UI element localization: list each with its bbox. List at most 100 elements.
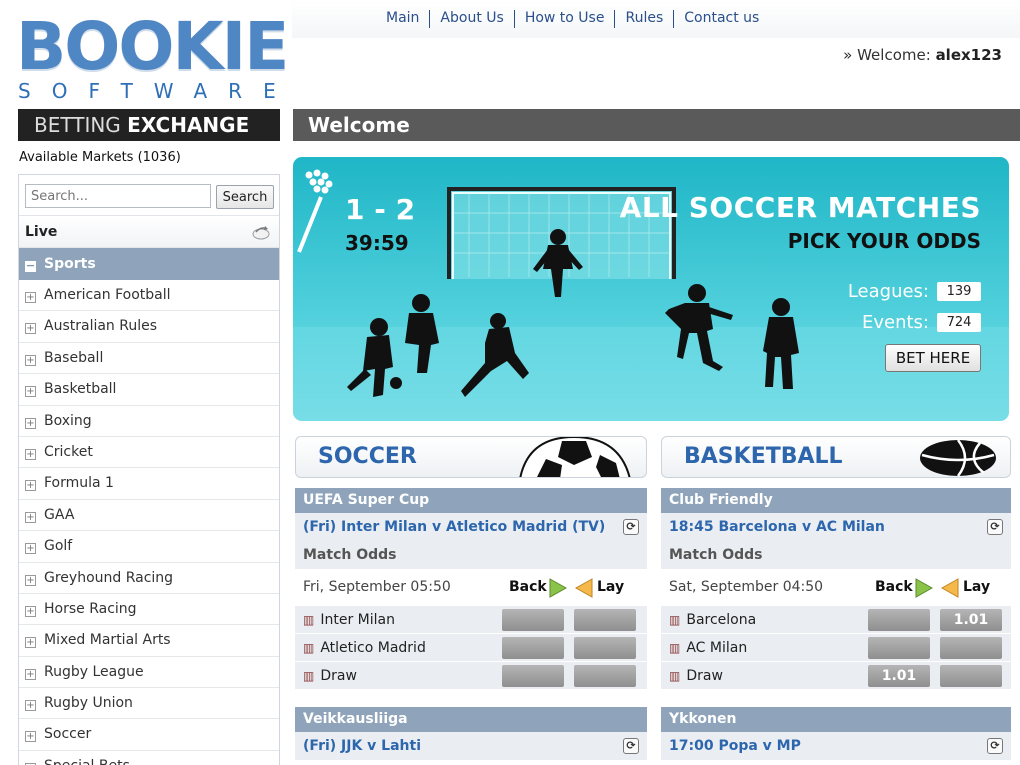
expand-icon[interactable]: +	[25, 731, 36, 743]
chart-icon[interactable]: ▥	[669, 662, 680, 690]
match-link[interactable]: (Fri) JJK v Lahti ⟳	[295, 732, 647, 760]
expand-icon[interactable]: +	[25, 668, 36, 680]
selection-row: ▥ Atletico Madrid	[295, 633, 647, 661]
sidebar-item-label: Soccer	[44, 726, 92, 743]
lay-odds-button[interactable]	[940, 665, 1002, 687]
nav-about-us[interactable]: About Us	[430, 10, 513, 28]
chart-icon[interactable]: ▥	[303, 662, 314, 690]
sidebar-item-label: Australian Rules	[44, 318, 158, 335]
sidebar-item-american-football[interactable]: + American Football	[19, 280, 279, 312]
back-odds-button[interactable]	[868, 609, 930, 631]
match-name[interactable]: 18:45 Barcelona v AC Milan	[669, 519, 885, 535]
user-greeting: » Welcome: alex123	[843, 46, 1002, 64]
nav-contact-us[interactable]: Contact us	[674, 10, 769, 28]
sidebar-item-special-bets[interactable]: +Special Bets	[19, 751, 279, 765]
sidebar-item-greyhound-racing[interactable]: + Greyhound Racing	[19, 563, 279, 594]
sidebar-item-label: Formula 1	[44, 475, 114, 492]
live-refresh-icon[interactable]	[251, 223, 271, 241]
sports-list: + American Football + Australian Rules + Base…	[19, 280, 279, 765]
soccer-panel-header[interactable]: SOCCER	[295, 436, 647, 478]
logo[interactable]: BOOKIE SOFTWARE	[16, 14, 289, 103]
expand-icon[interactable]: +	[25, 605, 36, 617]
leagues-label: Leagues:	[847, 281, 929, 302]
sidebar-item-gaa[interactable]: + GAA	[19, 500, 279, 532]
username[interactable]: alex123	[936, 46, 1002, 64]
sidebar-item-formula-1[interactable]: + Formula 1	[19, 468, 279, 500]
refresh-icon[interactable]: ⟳	[987, 519, 1003, 535]
back-odds-button[interactable]: 1.01	[868, 665, 930, 687]
match-clock: 39:59	[345, 231, 409, 255]
collapse-icon[interactable]: −	[25, 260, 36, 272]
competition-header[interactable]: Club Friendly	[661, 488, 1011, 513]
search-input[interactable]	[25, 184, 211, 208]
sports-category[interactable]: − Sports	[19, 248, 279, 280]
chart-icon[interactable]: ▥	[303, 634, 314, 662]
selection-name: Inter Milan	[320, 612, 395, 628]
sidebar-item-label: Mixed Martial Arts	[44, 632, 171, 649]
chart-icon[interactable]: ▥	[669, 634, 680, 662]
competition-header[interactable]: Veikkausliiga	[295, 707, 647, 732]
match-name[interactable]: (Fri) Inter Milan v Atletico Madrid (TV)	[303, 519, 605, 535]
sidebar-item-golf[interactable]: + Golf	[19, 531, 279, 563]
expand-icon[interactable]: +	[25, 480, 36, 492]
refresh-icon[interactable]: ⟳	[623, 738, 639, 754]
bet-here-button[interactable]: BET HERE	[885, 344, 981, 372]
expand-icon[interactable]: +	[25, 543, 36, 555]
live-row[interactable]: Live	[19, 216, 279, 248]
expand-icon[interactable]: +	[25, 700, 36, 712]
competition-header[interactable]: Ykkonen	[661, 707, 1011, 732]
nav-main[interactable]: Main	[376, 10, 429, 28]
back-odds-button[interactable]	[502, 609, 564, 631]
match-link[interactable]: (Fri) Inter Milan v Atletico Madrid (TV)…	[295, 513, 647, 541]
lay-odds-button[interactable]	[940, 637, 1002, 659]
match-link[interactable]: 17:00 Popa v MP ⟳	[661, 732, 1011, 760]
sidebar-item-australian-rules[interactable]: + Australian Rules	[19, 311, 279, 343]
sidebar-item-cricket[interactable]: + Cricket	[19, 437, 279, 469]
expand-icon[interactable]: +	[25, 354, 36, 366]
lay-arrow-icon	[941, 578, 959, 598]
match-name[interactable]: 17:00 Popa v MP	[669, 738, 801, 754]
competition-header[interactable]: UEFA Super Cup	[295, 488, 647, 513]
back-odds-button[interactable]	[868, 637, 930, 659]
lay-odds-button[interactable]	[574, 637, 636, 659]
nav-rules[interactable]: Rules	[615, 10, 673, 28]
sidebar-item-horse-racing[interactable]: + Horse Racing	[19, 594, 279, 626]
nav-how-to-use[interactable]: How to Use	[515, 10, 615, 28]
chart-icon[interactable]: ▥	[669, 606, 680, 634]
sidebar-item-rugby-league[interactable]: + Rugby League	[19, 657, 279, 689]
refresh-icon[interactable]: ⟳	[987, 738, 1003, 754]
sidebar-item-baseball[interactable]: + Baseball	[19, 343, 279, 375]
expand-icon[interactable]: +	[25, 417, 36, 429]
sidebar-item-rugby-union[interactable]: + Rugby Union	[19, 688, 279, 720]
back-odds-button[interactable]	[502, 665, 564, 687]
ball-icon	[390, 377, 402, 389]
lay-odds-button[interactable]	[574, 665, 636, 687]
match-name[interactable]: (Fri) JJK v Lahti	[303, 738, 421, 754]
search-button[interactable]: Search	[216, 185, 274, 209]
sidebar-item-mixed-martial-arts[interactable]: + Mixed Martial Arts	[19, 625, 279, 657]
back-odds-button[interactable]	[502, 637, 564, 659]
leagues-stat: Leagues: 139	[848, 281, 981, 302]
floodlight-icon	[297, 169, 333, 253]
expand-icon[interactable]: +	[25, 574, 36, 586]
sidebar-item-soccer[interactable]: + Soccer	[19, 719, 279, 751]
lay-odds-button[interactable]	[574, 609, 636, 631]
match-link[interactable]: 18:45 Barcelona v AC Milan ⟳	[661, 513, 1011, 541]
expand-icon[interactable]: +	[25, 292, 36, 303]
lay-odds-button[interactable]: 1.01	[940, 609, 1002, 631]
expand-icon[interactable]: +	[25, 323, 36, 335]
sidebar-item-basketball[interactable]: + Basketball	[19, 374, 279, 406]
expand-icon[interactable]: +	[25, 511, 36, 523]
expand-icon[interactable]: +	[25, 386, 36, 398]
basketball-icon	[920, 439, 996, 477]
expand-icon[interactable]: +	[25, 637, 36, 649]
sidebar-item-label: Rugby League	[44, 663, 144, 680]
expand-icon[interactable]: +	[25, 448, 36, 460]
chart-icon[interactable]: ▥	[303, 606, 314, 634]
score: 1 - 2	[345, 193, 416, 226]
refresh-icon[interactable]: ⟳	[623, 519, 639, 535]
basketball-panel-header[interactable]: BASKETBALL	[661, 436, 1011, 478]
sidebar-item-boxing[interactable]: + Boxing	[19, 406, 279, 437]
top-navigation: Main About Us How to Use Rules Contact u…	[292, 0, 1020, 38]
selection-row: ▥ AC Milan	[661, 633, 1011, 661]
